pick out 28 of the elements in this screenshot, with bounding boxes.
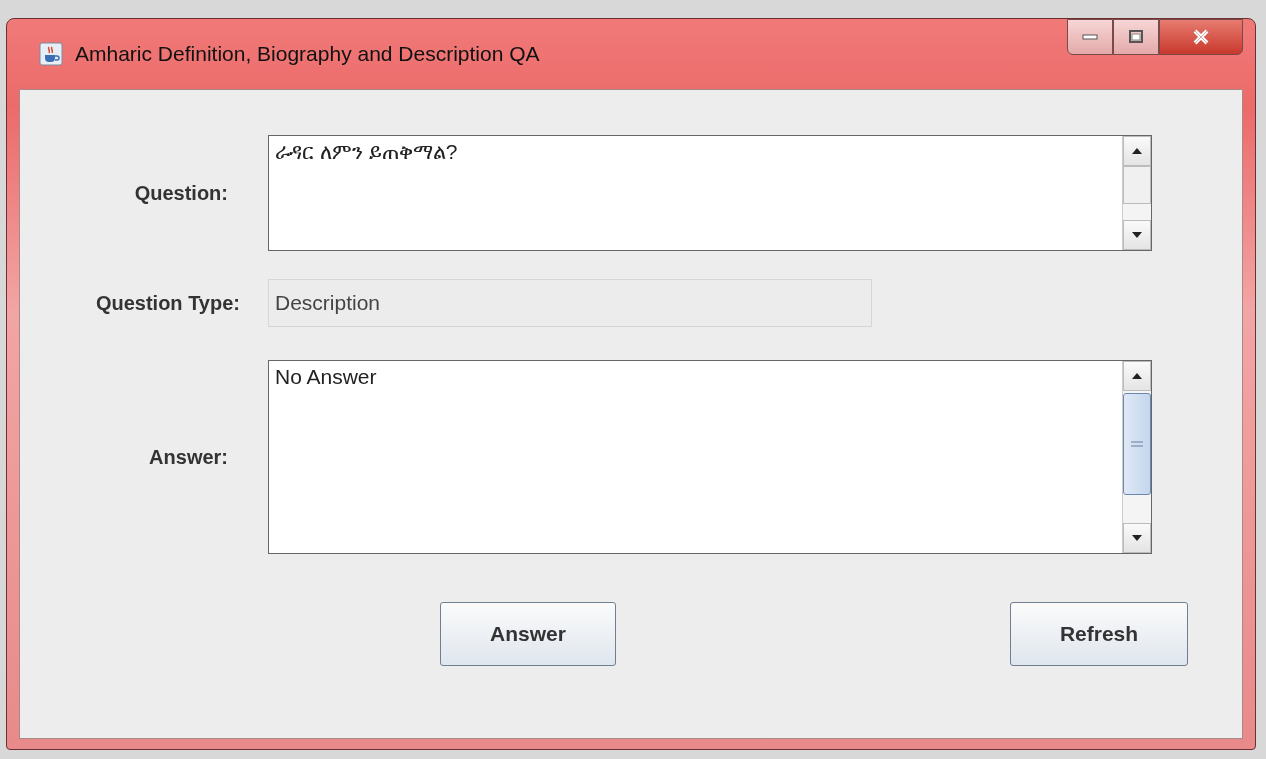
refresh-button[interactable]: Refresh [1010, 602, 1188, 666]
down-arrow-icon [1131, 231, 1143, 239]
grip-icon [1130, 440, 1144, 448]
maximize-button[interactable] [1113, 19, 1159, 55]
text-area[interactable]: No Answer [268, 360, 1152, 554]
scrollbar[interactable] [1122, 136, 1151, 250]
scrollbar[interactable] [1122, 361, 1151, 553]
scroll-thumb[interactable] [1123, 393, 1151, 495]
answer-button[interactable]: Answer [440, 602, 616, 666]
scroll-up-button[interactable] [1123, 136, 1151, 166]
scroll-down-button[interactable] [1123, 220, 1151, 250]
text-area[interactable]: ራዳር ለምን ይጠቅማል? [268, 135, 1152, 251]
maximize-icon [1127, 30, 1145, 44]
scroll-down-button[interactable] [1123, 523, 1151, 553]
java-cup-icon [39, 42, 63, 66]
field-label: Question: [133, 181, 229, 205]
minimize-button[interactable] [1067, 19, 1113, 55]
window-title: Amharic Definition, Biography and Description QA [75, 42, 540, 66]
scroll-up-button[interactable] [1123, 361, 1151, 391]
scroll-thumb[interactable] [1123, 166, 1151, 204]
field-label: Question Type: [94, 291, 241, 315]
up-arrow-icon [1131, 147, 1143, 155]
down-arrow-icon [1131, 534, 1143, 542]
field-label: Answer: [148, 445, 229, 469]
read-only-field: Description [268, 279, 872, 327]
up-arrow-icon [1131, 372, 1143, 380]
minimize-icon [1082, 34, 1098, 40]
close-button[interactable] [1159, 19, 1243, 55]
